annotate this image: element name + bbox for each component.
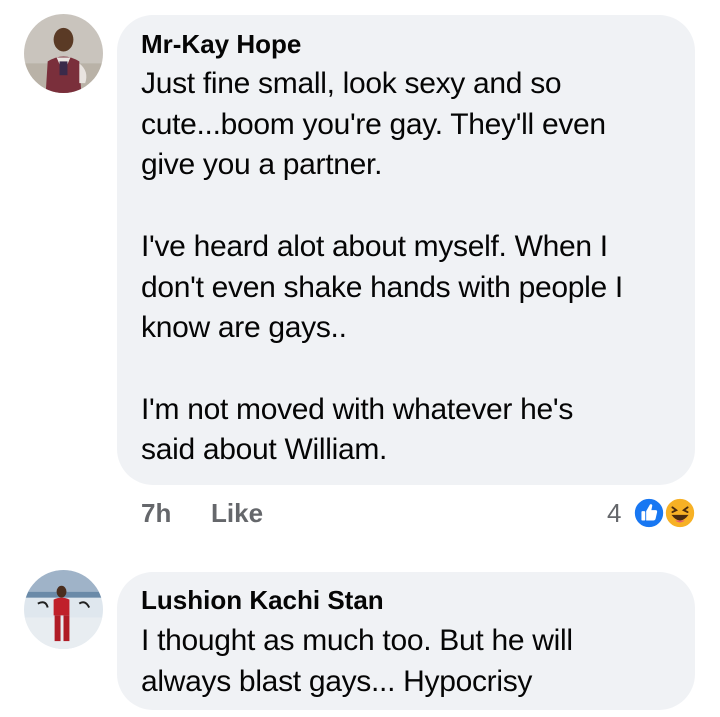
avatar[interactable] xyxy=(24,14,103,93)
profile-photo xyxy=(24,14,103,93)
reaction-count[interactable]: 4 xyxy=(607,498,621,528)
comment-author[interactable]: Lushion Kachi Stan xyxy=(141,585,384,615)
like-icon xyxy=(632,496,666,530)
comment-timestamp[interactable]: 7h xyxy=(141,498,171,528)
comments-thread: Mr-Kay Hope Just fine small, look sexy a… xyxy=(0,0,720,717)
like-button[interactable]: Like xyxy=(211,498,263,528)
comment-text: Just fine small, look sexy and so cute..… xyxy=(141,67,623,467)
avatar[interactable] xyxy=(24,570,103,649)
comment-text: I thought as much too. But he will alway… xyxy=(141,624,573,698)
profile-photo xyxy=(24,570,103,649)
haha-icon xyxy=(663,496,697,530)
comment-author[interactable]: Mr-Kay Hope xyxy=(141,29,301,59)
